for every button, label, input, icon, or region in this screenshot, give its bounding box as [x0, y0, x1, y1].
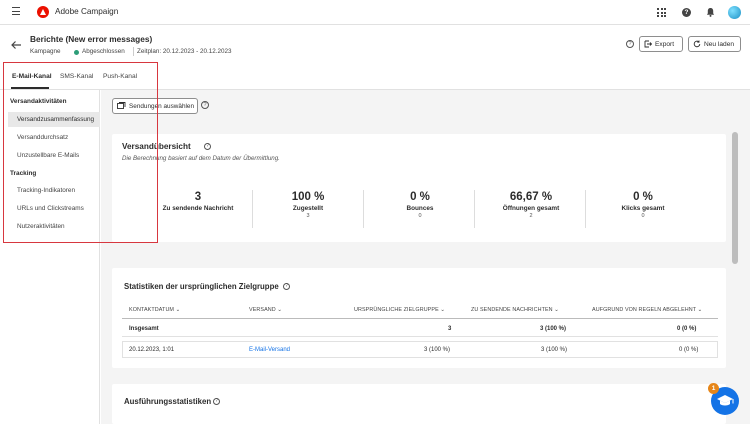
table-row: [122, 341, 718, 358]
column-label: ZU SENDENDE NACHRICHTEN: [471, 307, 553, 313]
chevron-down-icon: ⌄: [175, 307, 181, 313]
reload-label: Neu laden: [704, 40, 735, 48]
export-icon: [644, 40, 652, 48]
status-dot-icon: [74, 50, 79, 55]
export-button[interactable]: Export: [639, 36, 683, 52]
row-to-send: 3 (100 %): [541, 347, 568, 353]
chevron-down-icon: ⌄: [697, 307, 703, 313]
back-arrow-icon[interactable]: [10, 40, 22, 50]
select-help-icon[interactable]: ?: [201, 101, 209, 109]
select-deliveries-label: Sendungen auswählen: [129, 102, 195, 110]
schedule-text: Zeitplan: 20.12.2023 - 20.12.2023: [137, 48, 232, 55]
row-rejected: 0 (0 %): [679, 347, 699, 353]
column-label: KONTAKTDATUM: [129, 307, 175, 313]
stats-title: Statistiken der ursprünglichen Zielgrupp…: [124, 282, 279, 291]
object-type: Kampagne: [30, 48, 61, 55]
page-title: Berichte (New error messages): [30, 34, 153, 44]
kpi-label: Öffnungen gesamt: [502, 205, 560, 212]
kpi-count: 2: [529, 213, 533, 219]
column-label: VERSAND: [249, 307, 276, 313]
kpi-delivered: 100 % Zugestellt 3: [253, 190, 363, 220]
kpi-divider: [585, 190, 586, 228]
kpi-count: 0: [418, 213, 422, 219]
kpi-label: Zu sendende Nachricht: [162, 205, 234, 212]
status-badge: Abgeschlossen: [82, 48, 125, 55]
kpi-count: 3: [306, 213, 310, 219]
total-target: 3: [448, 326, 452, 332]
menu-icon[interactable]: [12, 7, 20, 16]
column-label: URSPRÜNGLICHE ZIELGRUPPE: [354, 307, 439, 313]
kpi-value: 0 %: [633, 191, 653, 203]
column-header-initial-target[interactable]: URSPRÜNGLICHE ZIELGRUPPE ⌄: [354, 307, 445, 313]
select-deliveries-button[interactable]: Sendungen auswählen: [112, 98, 198, 114]
app-switcher-icon[interactable]: [657, 8, 666, 17]
header-divider: [133, 47, 134, 56]
kpi-value: 66,67 %: [509, 191, 553, 203]
sidebar-item-urls-clickstreams[interactable]: URLs und Clickstreams: [8, 201, 100, 216]
kpi-clicks: 0 % Klicks gesamt 0: [588, 190, 698, 220]
reload-button[interactable]: Neu laden: [688, 36, 741, 52]
chevron-down-icon: ⌄: [440, 307, 446, 313]
total-label: Insgesamt: [129, 326, 159, 332]
execution-help-icon[interactable]: ?: [213, 398, 220, 405]
overview-title: Versandübersicht: [122, 142, 191, 151]
kpi-value: 100 %: [291, 191, 325, 203]
user-avatar[interactable]: [728, 6, 741, 19]
row-target: 3 (100 %): [424, 347, 451, 353]
app-name: Adobe Campaign: [55, 7, 119, 16]
help-icon[interactable]: ?: [682, 8, 691, 17]
kpi-value: 0 %: [410, 191, 430, 203]
sidebar-item-tracking-indicators[interactable]: Tracking-Indikatoren: [8, 183, 100, 198]
kpi-bounces: 0 % Bounces 0: [365, 190, 475, 220]
table-header-divider: [122, 318, 718, 319]
delivery-overview-card: [112, 134, 726, 242]
column-label: AUFGRUND VON REGELN ABGELEHNT: [592, 307, 697, 313]
column-header-rejected[interactable]: AUFGRUND VON REGELN ABGELEHNT ⌄: [592, 307, 702, 313]
chevron-down-icon: ⌄: [554, 307, 559, 313]
kpi-value: 3: [194, 191, 202, 203]
tab-email-channel[interactable]: E-Mail-Kanal: [12, 73, 52, 80]
sidebar-item-delivery-throughput[interactable]: Versanddurchsatz: [8, 130, 100, 145]
tab-sms-channel[interactable]: SMS-Kanal: [60, 73, 93, 80]
kpi-label: Bounces: [406, 205, 434, 212]
total-to-send: 3 (100 %): [540, 326, 567, 332]
overview-subtitle: Die Berechnung basiert auf dem Datum der…: [122, 155, 280, 162]
table-row-total: [122, 320, 718, 337]
kpi-messages-to-send: 3 Zu sendende Nachricht: [143, 190, 253, 213]
sidebar-item-bounces[interactable]: Unzustellbare E-Mails: [8, 148, 100, 163]
sidebar-item-user-activities[interactable]: Nutzeraktivitäten: [8, 219, 100, 234]
kpi-label: Klicks gesamt: [621, 205, 665, 212]
column-header-delivery[interactable]: VERSAND ⌄: [249, 307, 282, 313]
kpi-label: Zugestellt: [292, 205, 324, 212]
adobe-logo-icon: [37, 6, 49, 18]
active-tab-indicator: [11, 87, 49, 89]
row-delivery-link[interactable]: E-Mail-Versand: [249, 347, 290, 353]
row-date: 20.12.2023, 1:01: [129, 347, 175, 353]
sidebar-item-delivery-summary[interactable]: Versandzusammenfassung: [8, 112, 100, 127]
top-bar: Adobe Campaign ?: [0, 0, 750, 25]
column-header-contact-date[interactable]: KONTAKTDATUM ⌄: [129, 307, 180, 313]
notification-badge: 1: [708, 383, 719, 394]
execution-title: Ausführungsstatistiken: [124, 397, 212, 406]
kpi-opens: 66,67 % Öffnungen gesamt 2: [476, 190, 586, 220]
tab-push-channel[interactable]: Push-Kanal: [103, 73, 137, 80]
total-rejected: 0 (0 %): [677, 326, 697, 332]
sidebar-group-delivery: Versandaktivitäten: [10, 98, 67, 105]
stats-help-icon[interactable]: ?: [283, 283, 290, 290]
sidebar-group-tracking: Tracking: [10, 170, 37, 177]
scrollbar-thumb[interactable]: [732, 132, 738, 264]
column-header-to-send[interactable]: ZU SENDENDE NACHRICHTEN ⌄: [471, 307, 559, 313]
refresh-icon: [693, 40, 701, 48]
header-help-icon[interactable]: ?: [626, 40, 634, 48]
chevron-down-icon: ⌄: [277, 307, 282, 313]
kpi-count: 0: [641, 213, 645, 219]
deliveries-icon: [117, 102, 126, 109]
bell-icon[interactable]: [706, 7, 715, 17]
kpi-divider: [474, 190, 475, 228]
overview-help-icon[interactable]: ?: [204, 143, 211, 150]
export-label: Export: [655, 40, 675, 48]
kpi-divider: [363, 190, 364, 228]
app-window: Adobe Campaign ? Berichte (New error mes…: [0, 0, 750, 424]
